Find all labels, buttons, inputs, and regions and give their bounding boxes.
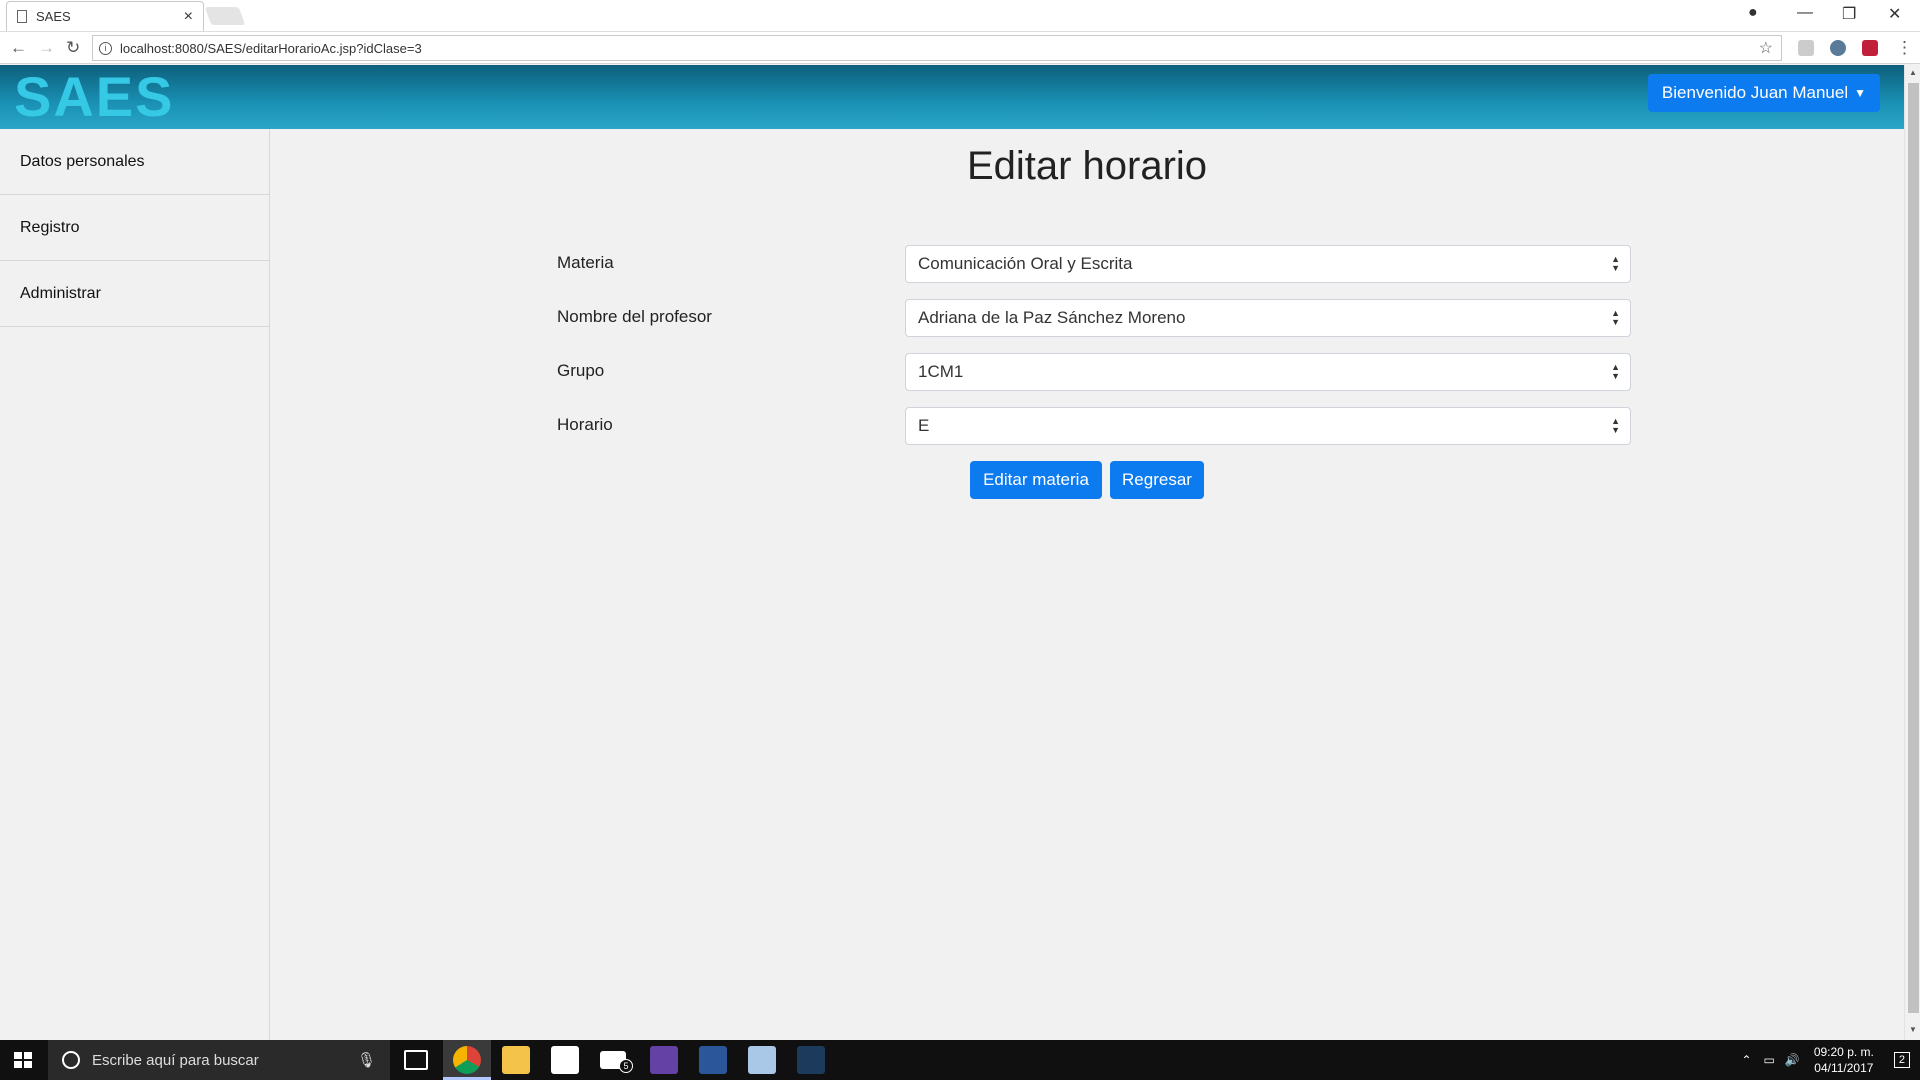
main-content: Editar horario Materia Comunicación Oral… [270, 129, 1904, 1040]
materia-select[interactable]: Comunicación Oral y Escrita ▲ ▼ [905, 245, 1631, 283]
taskbar-search[interactable]: Escribe aquí para buscar 🎙 [48, 1040, 390, 1080]
form-row-materia: Materia Comunicación Oral y Escrita ▲ ▼ [557, 245, 1651, 283]
sidebar-item-datos-personales[interactable]: Datos personales [0, 129, 269, 195]
new-tab-button[interactable] [204, 7, 246, 25]
page-title: Editar horario [966, 144, 1208, 188]
page-scrollbar[interactable]: ▲ ▼ [1904, 65, 1920, 1040]
form-row-grupo: Grupo 1CM1 ▲ ▼ [557, 353, 1651, 391]
regresar-button[interactable]: Regresar [1110, 461, 1204, 499]
user-menu-button[interactable]: Bienvenido Juan Manuel ▼ [1647, 74, 1880, 112]
grupo-value: 1CM1 [918, 362, 964, 381]
mail-badge: 5 [619, 1059, 633, 1073]
microphone-icon[interactable]: 🎙 [357, 1051, 376, 1069]
browser-tab-bar: SAES × ● — ❐ ✕ [0, 0, 1920, 32]
forward-icon[interactable]: → [38, 38, 55, 58]
horario-label: Horario [557, 415, 613, 434]
extension-icon[interactable] [1798, 40, 1814, 56]
form-row-horario: Horario E ▲ ▼ [557, 407, 1651, 445]
url-text: localhost:8080/SAES/editarHorarioAc.jsp?… [120, 40, 422, 56]
app-header: SAES Bienvenido Juan Manuel ▼ [0, 65, 1904, 129]
profesor-select[interactable]: Adriana de la Paz Sánchez Moreno ▲ ▼ [905, 299, 1631, 337]
select-arrows-icon: ▲ ▼ [1611, 416, 1620, 435]
tab-title: SAES [36, 9, 71, 24]
word-icon[interactable] [699, 1046, 727, 1074]
tab-close-icon[interactable]: × [184, 8, 193, 26]
clock-time: 09:20 p. m. [1813, 1045, 1874, 1059]
materia-label: Materia [557, 253, 614, 272]
profesor-value: Adriana de la Paz Sánchez Moreno [918, 308, 1186, 327]
extension-flag-icon[interactable] [1862, 40, 1878, 56]
horario-value: E [918, 416, 930, 435]
clock-date: 04/11/2017 [1814, 1061, 1874, 1075]
close-window-icon[interactable]: ✕ [1888, 4, 1901, 24]
notification-center-icon[interactable]: 2 [1893, 1052, 1910, 1068]
account-icon[interactable]: ● [1748, 4, 1758, 22]
select-arrows-icon: ▲ ▼ [1611, 362, 1620, 381]
menu-dots-icon[interactable]: ⋮ [1896, 38, 1913, 58]
reload-icon[interactable]: ↻ [66, 38, 80, 58]
document-icon [17, 10, 27, 23]
sidebar-item-label: Administrar [20, 284, 101, 302]
info-icon[interactable]: i [99, 41, 112, 55]
select-arrows-icon: ▲ ▼ [1611, 254, 1620, 273]
sidebar-item-label: Datos personales [20, 152, 145, 170]
restore-icon[interactable]: ❐ [1842, 4, 1856, 24]
system-tray: ⌃ ▭ 🔊 09:20 p. m. 04/11/2017 2 [1741, 1040, 1910, 1080]
chevron-up-icon[interactable]: ⌃ [1741, 1053, 1751, 1067]
back-icon[interactable]: ← [10, 38, 27, 58]
user-menu-label: Bienvenido Juan Manuel [1661, 83, 1849, 102]
sidebar-item-administrar[interactable]: Administrar [0, 261, 269, 327]
workbench-icon[interactable] [797, 1046, 825, 1074]
materia-value: Comunicación Oral y Escrita [918, 254, 1133, 273]
windows-start-icon[interactable] [14, 1052, 32, 1068]
address-bar[interactable]: i localhost:8080/SAES/editarHorarioAc.js… [92, 35, 1782, 61]
sidebar-item-label: Registro [20, 218, 80, 236]
horario-select[interactable]: E ▲ ▼ [905, 407, 1631, 445]
scroll-up-icon[interactable]: ▲ [1909, 68, 1917, 77]
saes-logo: SAES [14, 65, 175, 128]
scroll-thumb[interactable] [1908, 83, 1919, 1013]
minimize-icon[interactable]: — [1797, 4, 1813, 22]
chrome-icon[interactable] [453, 1046, 481, 1074]
file-explorer-icon[interactable] [502, 1046, 530, 1074]
sidebar: Datos personales Registro Administrar [0, 129, 270, 1040]
box-app-icon[interactable] [748, 1046, 776, 1074]
volume-icon[interactable]: 🔊 [1785, 1053, 1800, 1067]
search-placeholder: Escribe aquí para buscar [92, 1051, 259, 1069]
grupo-select[interactable]: 1CM1 ▲ ▼ [905, 353, 1631, 391]
twitch-icon[interactable] [650, 1046, 678, 1074]
bookmark-star-icon[interactable]: ☆ [1759, 38, 1773, 58]
browser-toolbar: ← → ↻ i localhost:8080/SAES/editarHorari… [0, 32, 1920, 64]
extension-eye-icon[interactable] [1830, 40, 1846, 56]
store-icon[interactable] [551, 1046, 579, 1074]
taskbar-clock[interactable]: 09:20 p. m. 04/11/2017 [1814, 1044, 1874, 1076]
network-icon[interactable]: ▭ [1764, 1053, 1775, 1067]
caret-down-icon: ▼ [1854, 86, 1866, 100]
task-view-icon[interactable] [404, 1050, 428, 1070]
browser-tab[interactable]: SAES × [6, 1, 204, 31]
windows-taskbar: Escribe aquí para buscar 🎙 5 ⌃ ▭ 🔊 09:20… [0, 1040, 1920, 1080]
form-row-profesor: Nombre del profesor Adriana de la Paz Sá… [557, 299, 1651, 337]
grupo-label: Grupo [557, 361, 605, 380]
scroll-down-icon[interactable]: ▼ [1909, 1025, 1917, 1034]
sidebar-item-registro[interactable]: Registro [0, 195, 269, 261]
cortana-icon [62, 1051, 80, 1069]
editar-materia-button[interactable]: Editar materia [970, 461, 1102, 499]
profesor-label: Nombre del profesor [557, 307, 712, 326]
select-arrows-icon: ▲ ▼ [1611, 308, 1620, 327]
